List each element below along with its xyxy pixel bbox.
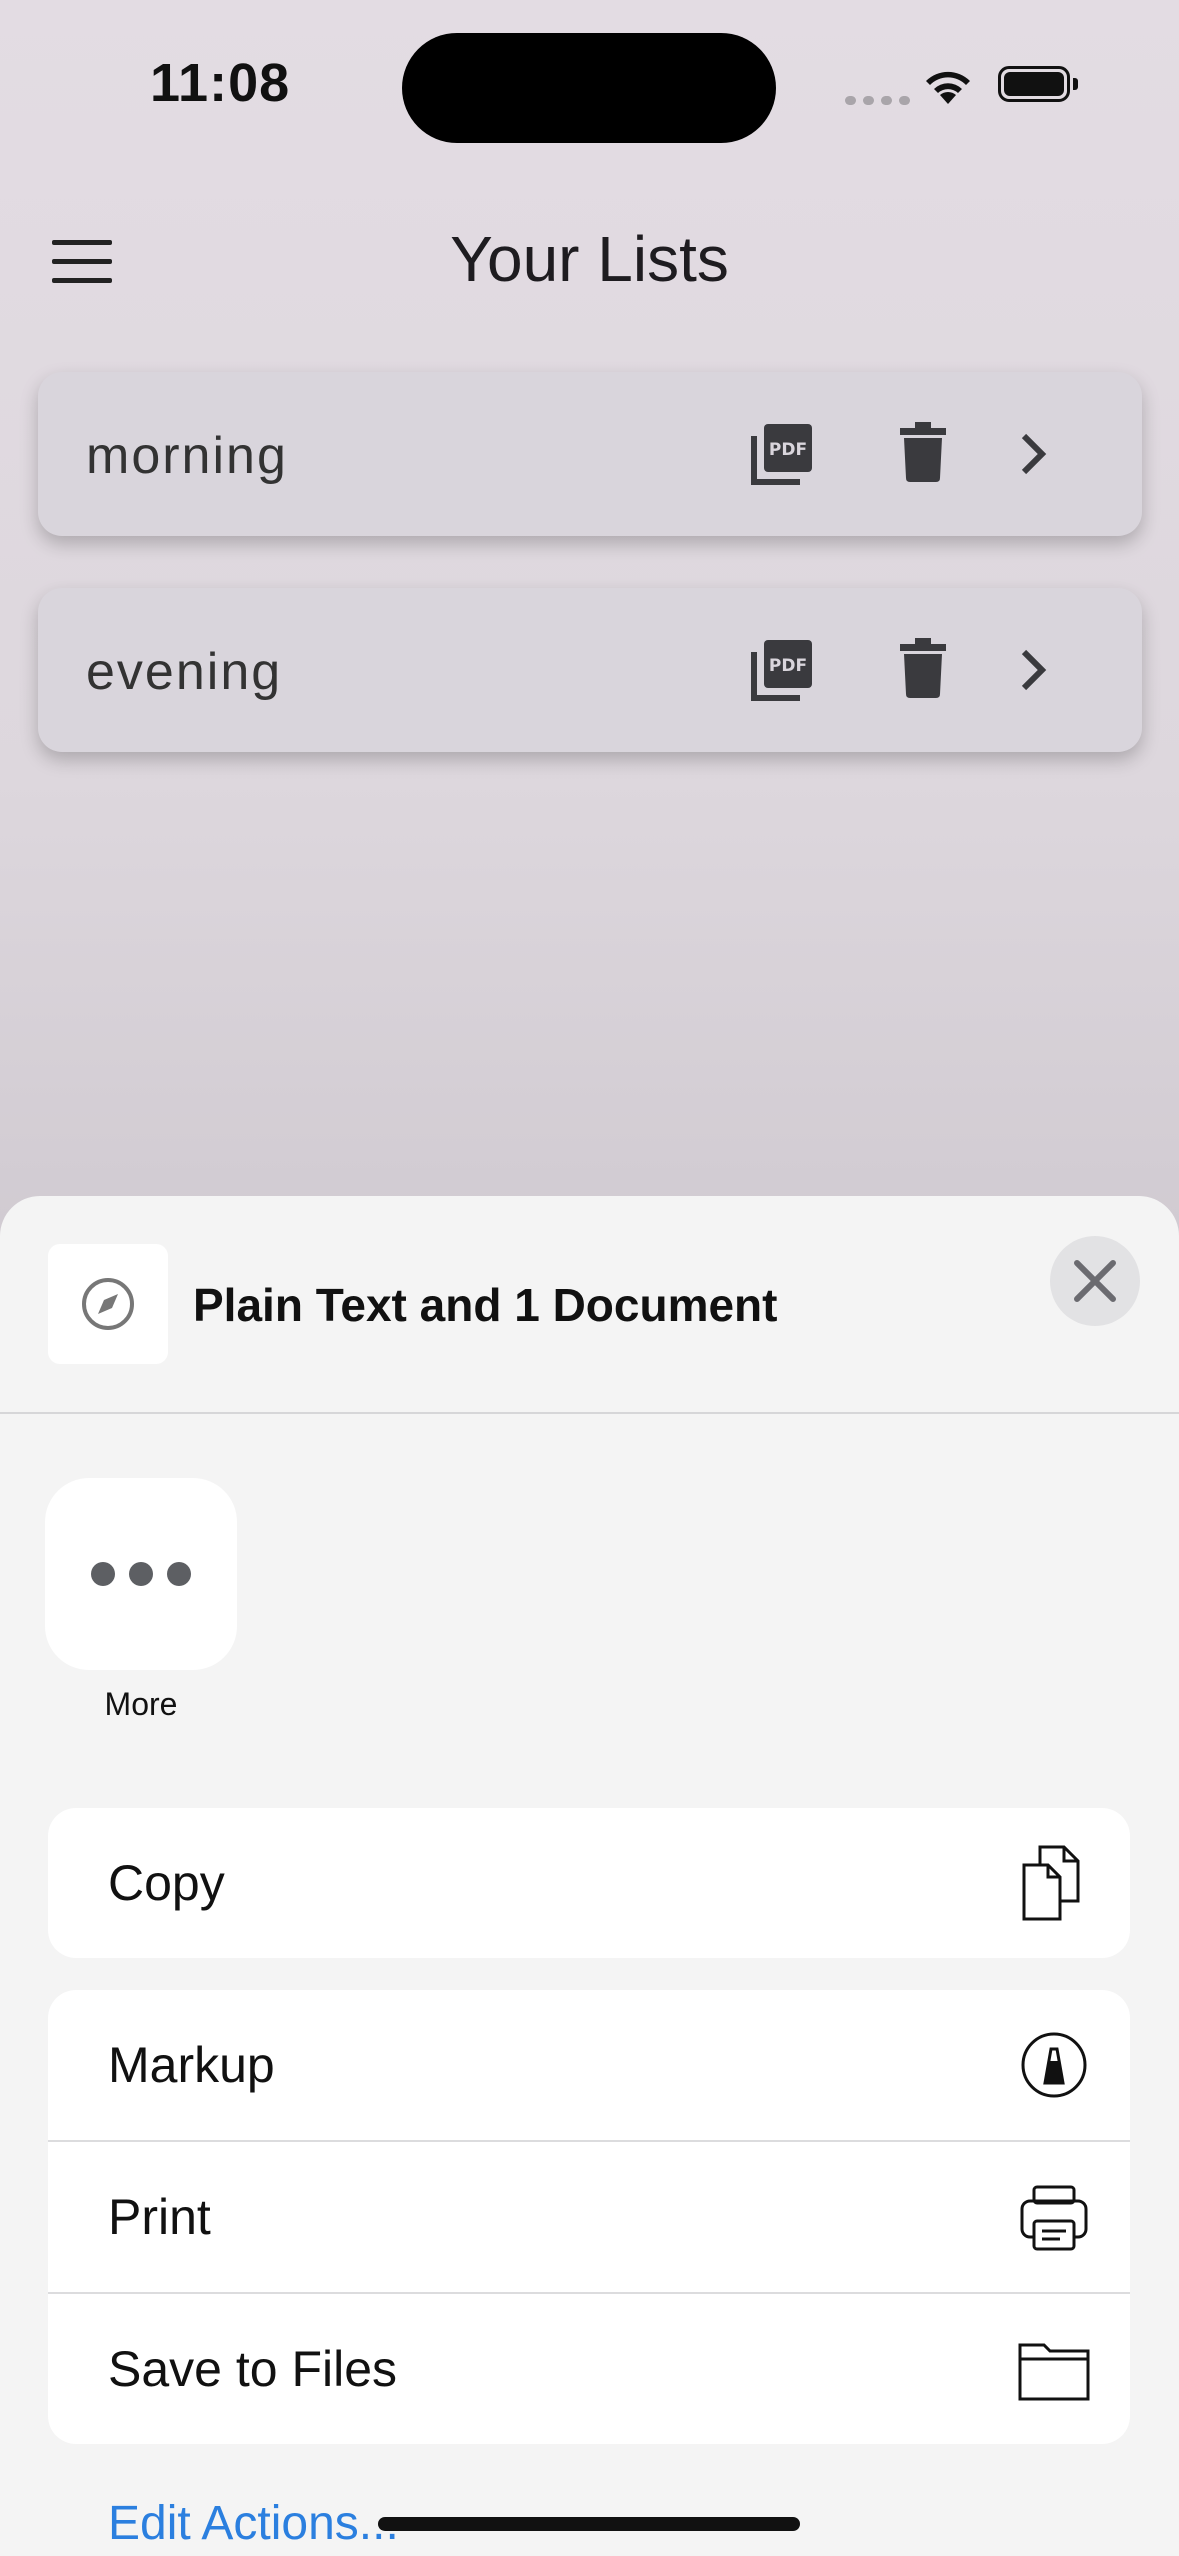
close-icon (1074, 1260, 1116, 1302)
dot (129, 1562, 153, 1586)
action-copy[interactable]: Copy (48, 1808, 1130, 1958)
list-item[interactable]: evening PDF (38, 588, 1142, 752)
action-label: Copy (108, 1855, 225, 1911)
dot (167, 1562, 191, 1586)
page-title: Your Lists (450, 223, 729, 295)
pdf-export-icon[interactable]: PDF (750, 638, 814, 702)
action-label: Markup (108, 2037, 275, 2093)
share-sheet-title: Plain Text and 1 Document (193, 1279, 778, 1331)
share-sheet: Plain Text and 1 Document More Copy Mark… (0, 1196, 1179, 2556)
edit-actions-link[interactable]: Edit Actions... (108, 2496, 399, 2551)
action-save-to-files[interactable]: Save to Files (48, 2294, 1130, 2444)
trash-icon[interactable] (900, 638, 946, 698)
printer-icon (1020, 2185, 1088, 2251)
folder-icon (1018, 2343, 1090, 2401)
more-label: More (104, 1686, 178, 1722)
close-button[interactable] (1050, 1236, 1140, 1326)
chevron-right-icon[interactable] (1018, 430, 1048, 478)
action-label: Print (108, 2189, 211, 2245)
cellular-signal-icon (845, 96, 910, 105)
svg-text:PDF: PDF (769, 656, 807, 676)
status-time: 11:08 (150, 53, 291, 113)
actions-group-copy: Copy (48, 1808, 1130, 1958)
wifi-icon (926, 71, 970, 104)
actions-group-main: Markup Print Save to Files (48, 1990, 1130, 2444)
chevron-right-icon[interactable] (1018, 646, 1048, 694)
svg-text:PDF: PDF (769, 440, 807, 460)
compass-icon (82, 1278, 134, 1330)
list-item-label: morning (86, 427, 288, 485)
divider (0, 1412, 1179, 1414)
action-print[interactable]: Print (48, 2142, 1130, 2294)
trash-icon[interactable] (900, 422, 946, 482)
action-markup[interactable]: Markup (48, 1990, 1130, 2142)
home-indicator[interactable] (378, 2517, 800, 2531)
battery-cap (1073, 78, 1078, 90)
battery-icon (998, 66, 1070, 102)
list-item-label: evening (86, 643, 283, 701)
dynamic-island (402, 33, 776, 143)
more-button[interactable] (45, 1478, 237, 1670)
pdf-export-icon[interactable]: PDF (750, 422, 814, 486)
dot (91, 1562, 115, 1586)
document-thumbnail (48, 1244, 168, 1364)
list-item[interactable]: morning PDF (38, 372, 1142, 536)
markup-icon (1021, 2032, 1087, 2098)
action-label: Save to Files (108, 2341, 398, 2397)
copy-icon (1022, 1845, 1080, 1921)
